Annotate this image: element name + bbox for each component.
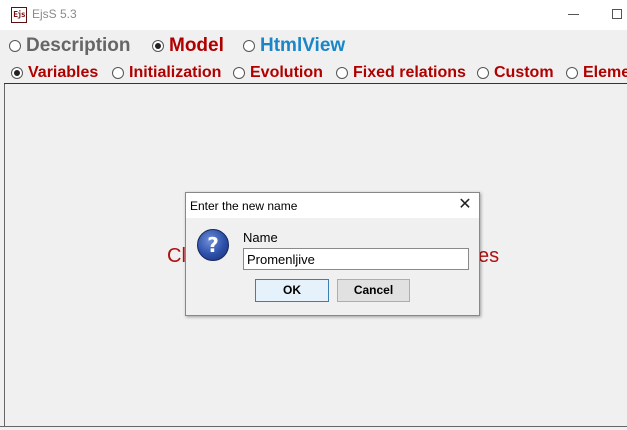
subtab-custom-radio[interactable]	[477, 67, 489, 79]
question-icon: ?	[197, 229, 229, 261]
tab-model[interactable]: Model	[169, 35, 224, 57]
subtab-custom[interactable]: Custom	[494, 64, 554, 82]
subtab-fixed-relations-radio[interactable]	[336, 67, 348, 79]
tab-description[interactable]: Description	[26, 35, 131, 57]
minimize-icon[interactable]	[568, 14, 579, 15]
window-title: EjsS 5.3	[32, 7, 77, 21]
tab-description-radio[interactable]	[9, 40, 21, 52]
bottom-border	[0, 426, 627, 427]
name-field-label: Name	[243, 230, 278, 245]
subtab-evolution-radio[interactable]	[233, 67, 245, 79]
subtab-evolution[interactable]: Evolution	[250, 64, 323, 82]
rename-dialog: Enter the new name ✕ ? Name OK Cancel	[185, 192, 480, 316]
tab-model-radio[interactable]	[152, 40, 164, 52]
maximize-icon[interactable]	[612, 9, 622, 19]
name-input[interactable]	[243, 248, 469, 270]
dialog-title-bar: Enter the new name ✕	[186, 193, 479, 218]
ejs-window: Ejs EjsS 5.3 Description Model HtmlView …	[0, 0, 627, 430]
subtab-variables-radio[interactable]	[11, 67, 23, 79]
cancel-button[interactable]: Cancel	[337, 279, 410, 302]
subtab-elements[interactable]: Eleme	[583, 64, 627, 82]
subtab-fixed-relations[interactable]: Fixed relations	[353, 64, 466, 82]
dialog-title: Enter the new name	[190, 199, 298, 213]
ok-button[interactable]: OK	[255, 279, 329, 302]
close-icon[interactable]: ✕	[456, 196, 474, 214]
app-logo-icon: Ejs	[11, 7, 27, 23]
title-bar: Ejs EjsS 5.3	[0, 0, 627, 30]
background-message-right: es	[478, 245, 500, 267]
tab-htmlview[interactable]: HtmlView	[260, 35, 345, 57]
tab-htmlview-radio[interactable]	[243, 40, 255, 52]
subtab-variables[interactable]: Variables	[28, 64, 98, 82]
background-message-left: Cl	[167, 245, 186, 267]
subtab-initialization[interactable]: Initialization	[129, 64, 221, 82]
subtab-elements-radio[interactable]	[566, 67, 578, 79]
subtab-initialization-radio[interactable]	[112, 67, 124, 79]
